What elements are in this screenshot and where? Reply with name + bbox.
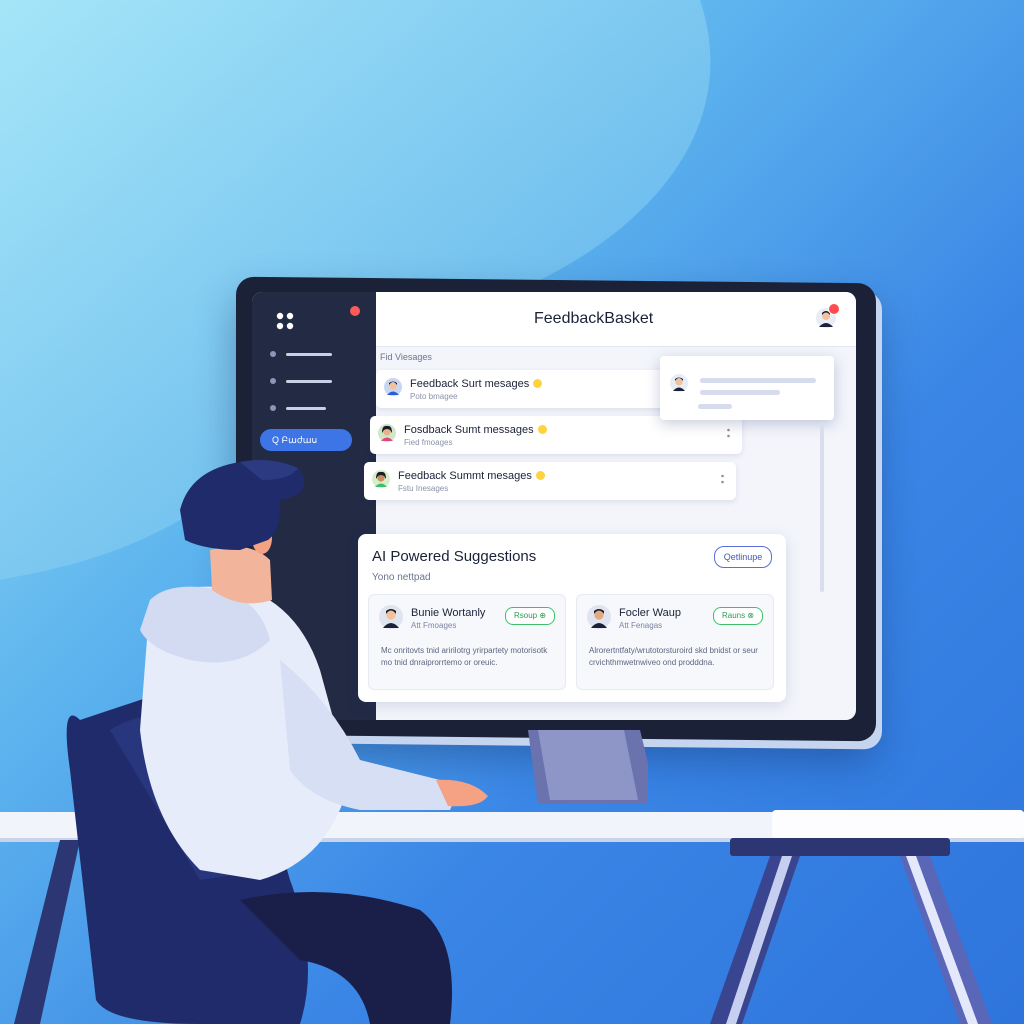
- smile-emoji-icon: [533, 379, 543, 388]
- avatar: [384, 378, 402, 396]
- text-placeholder: [698, 404, 732, 409]
- more-options-icon[interactable]: [721, 474, 724, 486]
- nav-bullet-icon: [270, 351, 276, 357]
- nav-label-placeholder: [286, 407, 326, 410]
- suggestion-status-pill[interactable]: Rauns ⊗: [713, 607, 763, 625]
- smile-emoji-icon: [537, 425, 547, 434]
- avatar: [670, 374, 688, 392]
- nav-bullet-icon: [270, 405, 276, 411]
- nav-label-placeholder: [286, 353, 332, 356]
- message-subtitle: Poto bmagee: [410, 392, 458, 401]
- avatar: [587, 605, 611, 629]
- suggestion-meta: Att Fenagas: [619, 621, 663, 630]
- nav-bullet-icon: [270, 378, 276, 384]
- nav-label-placeholder: [286, 380, 332, 383]
- app-logo-icon: [276, 312, 294, 330]
- notification-badge: [828, 303, 840, 315]
- messages-section-label: Fid Viesages: [380, 352, 432, 362]
- person-at-desk-illustration: [66, 460, 488, 1024]
- suggestion-name: Focler Waup: [619, 607, 681, 619]
- message-title: Fosdback Sumt messages: [404, 424, 547, 436]
- more-options-icon[interactable]: [727, 428, 730, 440]
- suggestion-card[interactable]: Focler Waup Att Fenagas Rauns ⊗ Alrorert…: [576, 594, 774, 690]
- suggestion-body: Alrorertntfaty/wrutotorsturoird skd bnid…: [589, 646, 758, 667]
- text-placeholder: [700, 378, 816, 383]
- ai-panel-action-button[interactable]: Qetlinupe: [714, 546, 772, 568]
- sidebar-item-2[interactable]: [266, 375, 346, 387]
- message-preview-popup: [660, 356, 834, 420]
- text-placeholder: [700, 390, 780, 395]
- app-header: FeedbackBasket: [376, 292, 856, 347]
- sidebar-item-3[interactable]: [266, 402, 346, 414]
- sidebar-item-1[interactable]: [266, 348, 346, 360]
- notification-dot[interactable]: [350, 306, 360, 316]
- scrollbar[interactable]: [820, 422, 824, 592]
- app-title: FeedbackBasket: [534, 310, 654, 327]
- message-title: Feedback Surt mesages: [410, 378, 543, 390]
